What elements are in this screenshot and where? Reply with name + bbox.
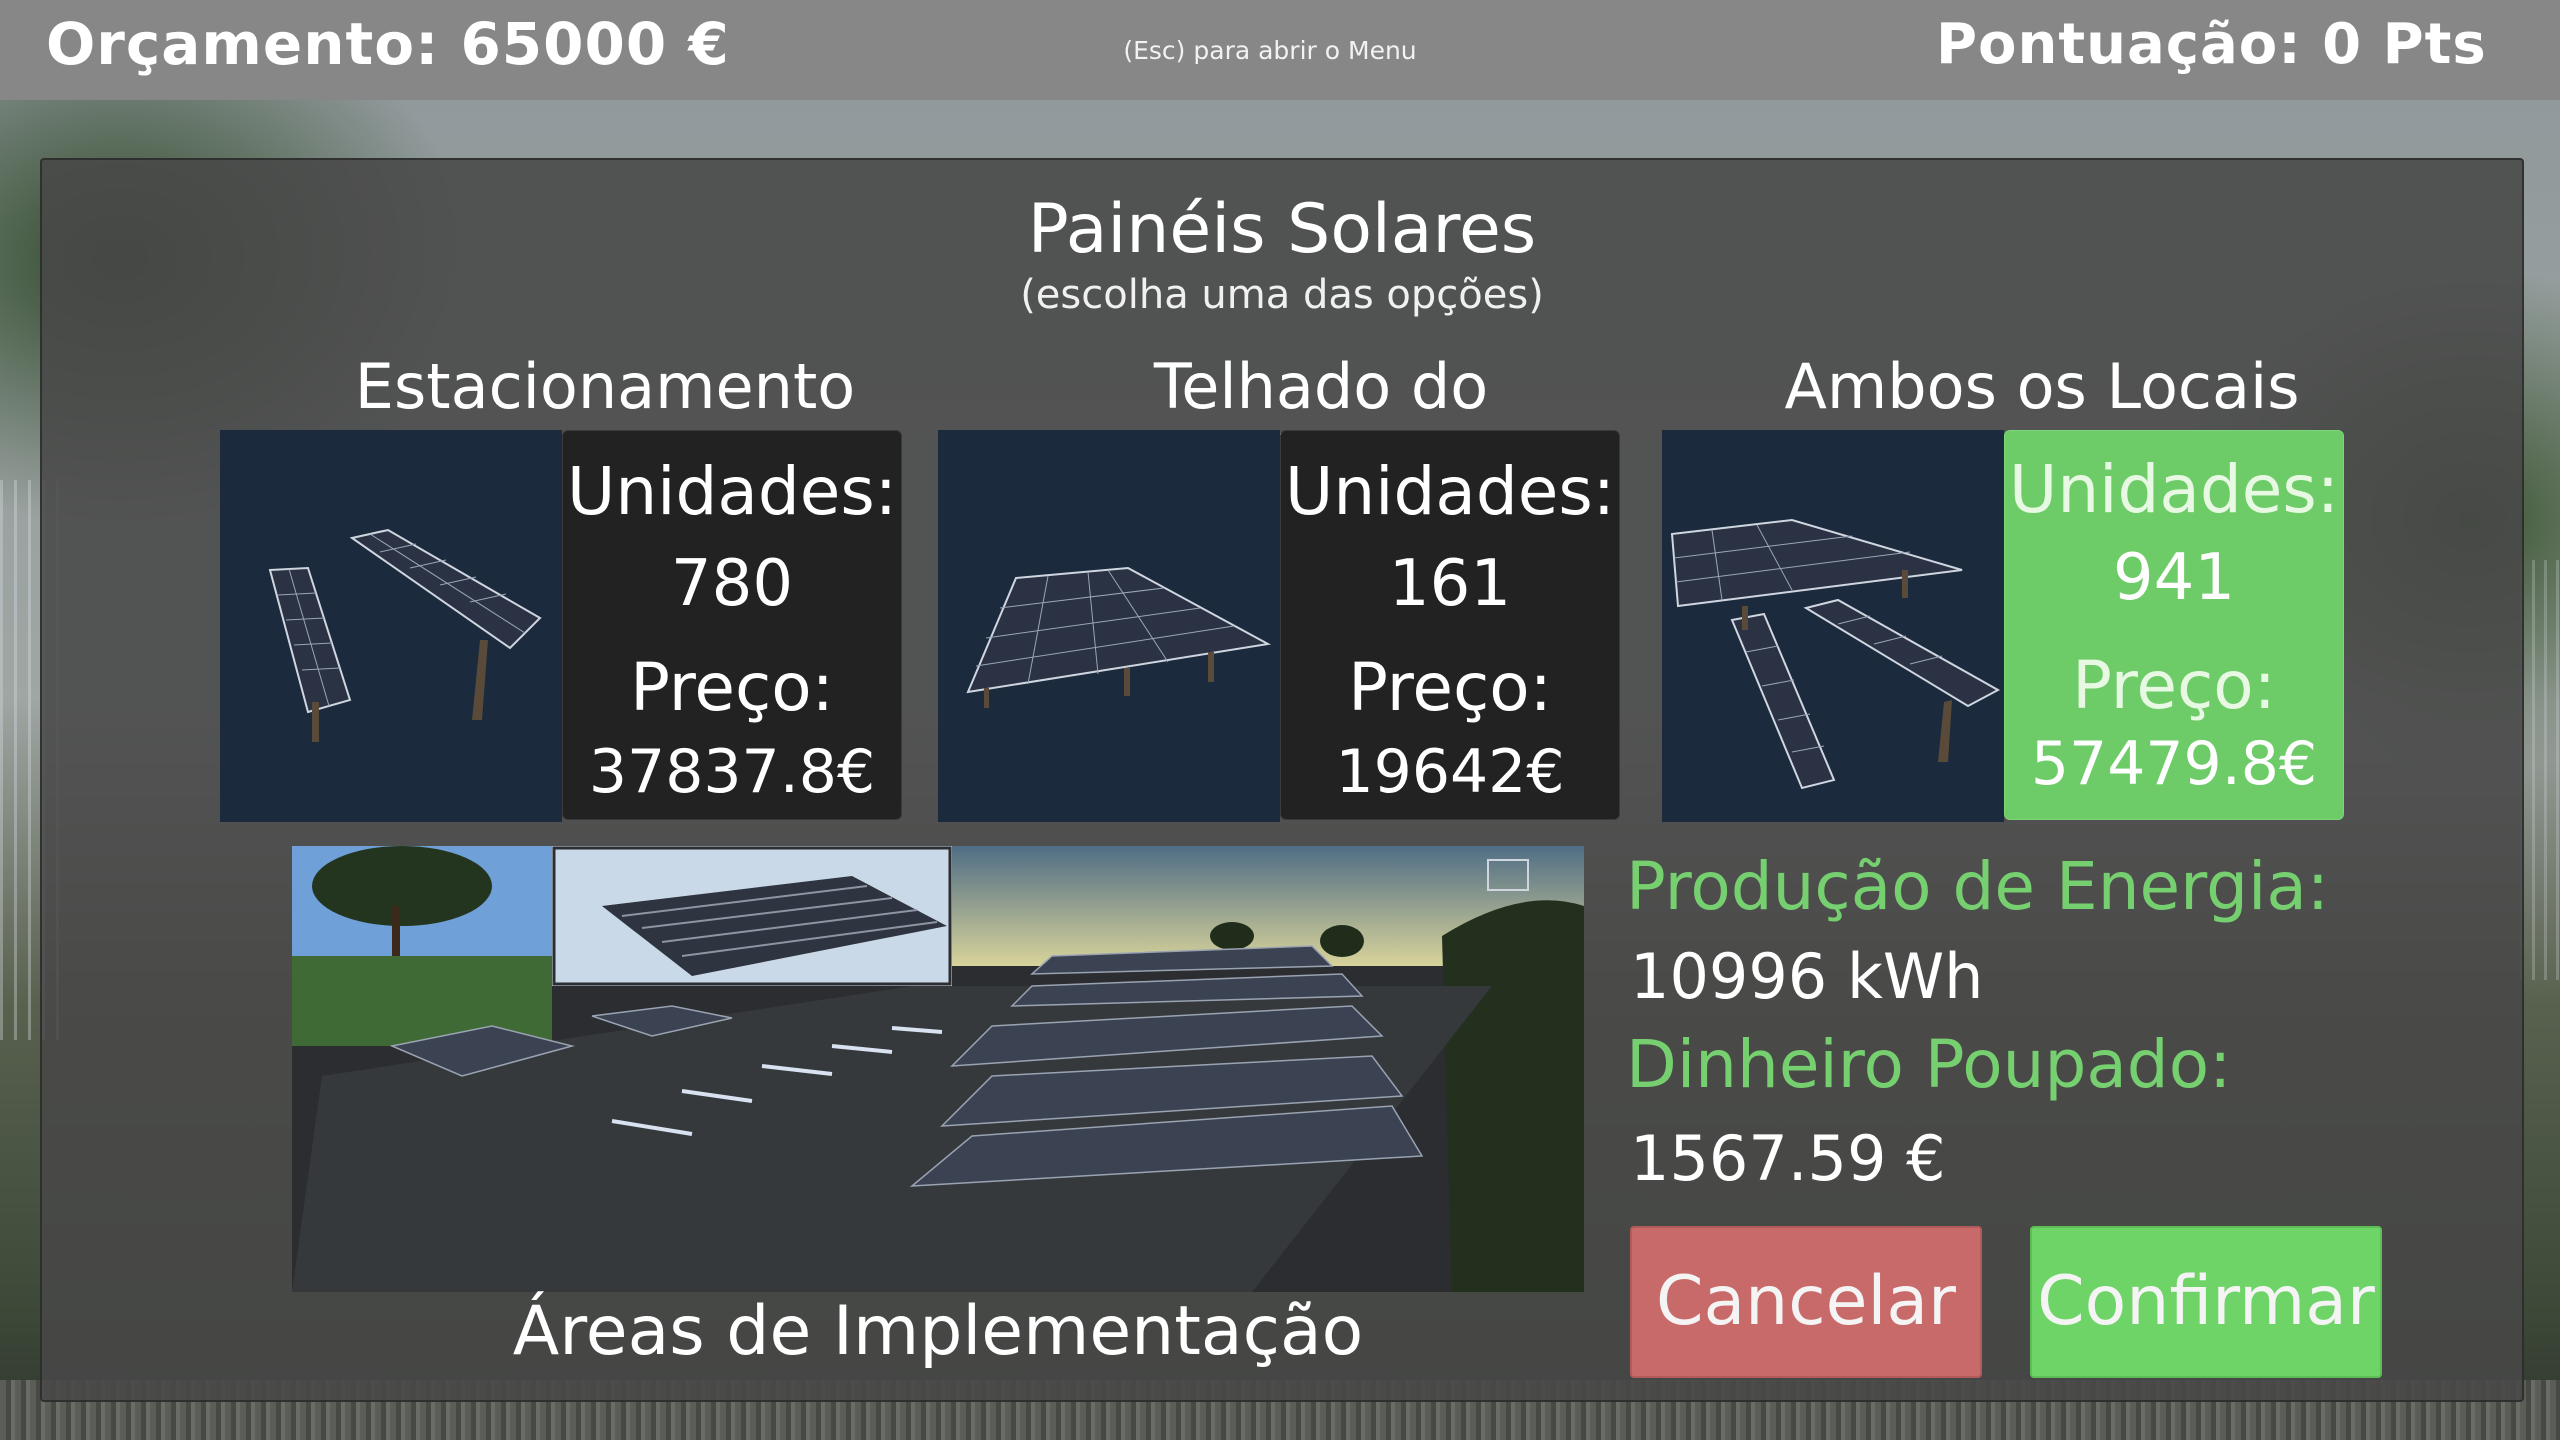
money-saved-value: 1567.59 €: [1630, 1122, 1946, 1195]
both-panels-thumbnail: [1662, 430, 2004, 822]
score-display: Pontuação: 0 Pts: [1936, 12, 2487, 77]
energy-production-label: Produção de Energia:: [1626, 848, 2330, 925]
dialog-title: Painéis Solares: [1027, 190, 1537, 269]
price-value: 57479.8€: [2030, 729, 2318, 799]
units-label: Unidades:: [567, 453, 897, 530]
roof-info-box: Unidades: 161 Preço: 19642€: [1280, 430, 1620, 820]
option-title-parking: Estacionamento: [354, 350, 856, 423]
top-hud-bar: Orçamento: 65000 € (Esc) para abrir o Me…: [0, 0, 2560, 100]
units-value: 780: [670, 547, 794, 621]
solar-panels-dialog: Painéis Solares (escolha uma das opções)…: [40, 158, 2524, 1402]
units-label: Unidades:: [2009, 451, 2339, 528]
implementation-areas-label: Áreas de Implementação: [512, 1292, 1364, 1371]
parking-panels-thumbnail: [220, 430, 562, 822]
price-label: Preço:: [1348, 649, 1552, 726]
units-label: Unidades:: [1285, 453, 1615, 530]
money-saved-label: Dinheiro Poupado:: [1626, 1026, 2232, 1103]
confirm-button[interactable]: Confirmar: [2030, 1226, 2382, 1378]
units-value: 161: [1388, 547, 1512, 621]
dialog-subtitle: (escolha uma das opções): [1020, 272, 1544, 318]
option-title-both: Ambos os Locais: [1784, 350, 2300, 423]
roof-panels-thumbnail: [938, 430, 1280, 822]
option-card-both[interactable]: Unidades: 941 Preço: 57479.8€: [1662, 430, 2348, 822]
units-value: 941: [2112, 541, 2236, 615]
price-label: Preço:: [630, 649, 834, 726]
option-card-parking[interactable]: Unidades: 780 Preço: 37837.8€: [220, 430, 906, 822]
price-value: 37837.8€: [588, 737, 876, 807]
price-label: Preço:: [2072, 647, 2276, 724]
cancel-button[interactable]: Cancelar: [1630, 1226, 1982, 1378]
implementation-areas-preview: [292, 846, 1584, 1292]
energy-production-value: 10996 kWh: [1630, 940, 1984, 1013]
fence-right: [2520, 560, 2560, 980]
option-card-roof[interactable]: Unidades: 161 Preço: 19642€: [938, 430, 1624, 822]
parking-info-box: Unidades: 780 Preço: 37837.8€: [562, 430, 902, 820]
price-value: 19642€: [1335, 737, 1565, 807]
both-info-box-selected: Unidades: 941 Preço: 57479.8€: [2004, 430, 2344, 820]
